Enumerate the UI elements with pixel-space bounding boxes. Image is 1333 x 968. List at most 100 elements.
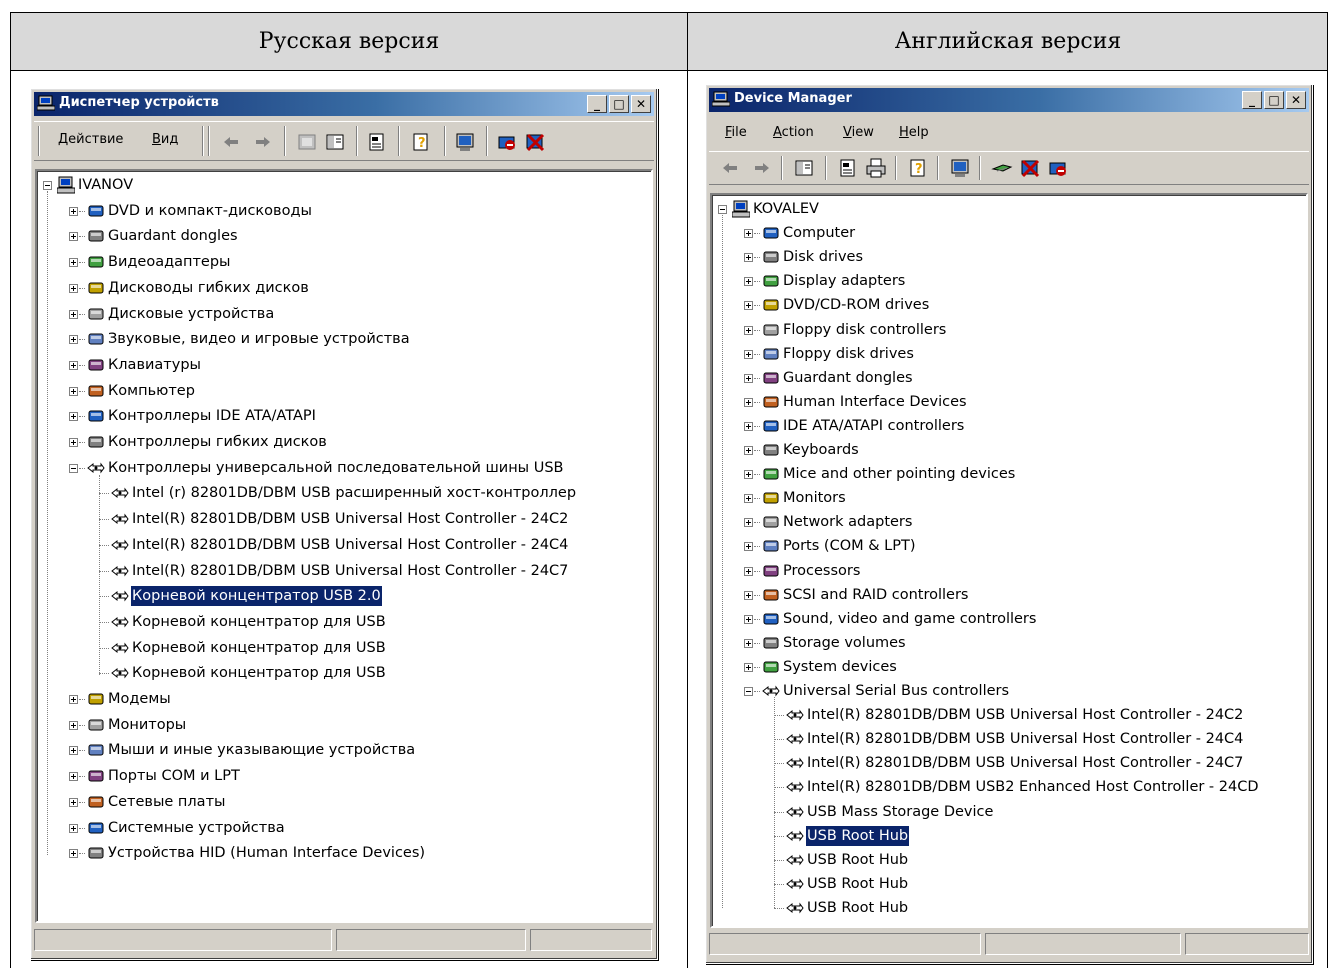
maximize-button[interactable]: □ [609,95,629,113]
tree-category[interactable]: Sound, video and game controllers [712,607,1306,631]
tree-device[interactable]: Intel(R) 82801DB/DBM USB Universal Host … [712,727,1306,751]
tree-category[interactable]: Display adapters [712,269,1306,293]
expand-toggle[interactable] [69,283,78,293]
expand-toggle[interactable] [744,518,753,528]
collapse-toggle[interactable] [744,687,753,696]
tree-device[interactable]: USB Root Hub [712,872,1306,896]
tree-category[interactable]: Storage volumes [712,631,1306,655]
menu-action[interactable]: Action [773,125,814,140]
tree-device[interactable]: Корневой концентратор для USB [37,661,651,685]
expand-toggle[interactable] [744,421,753,431]
expand-toggle[interactable] [744,662,753,672]
tree-category[interactable]: Ports (COM & LPT) [712,534,1306,558]
tree-category[interactable]: Monitors [712,486,1306,510]
expand-toggle[interactable] [69,695,78,704]
scan-hardware-icon[interactable] [454,131,476,153]
expand-toggle[interactable] [69,849,78,859]
uninstall-device-icon[interactable] [1019,157,1041,179]
expand-toggle[interactable] [744,397,753,407]
collapse-toggle[interactable] [69,463,78,473]
forward-arrow-icon[interactable] [751,157,773,179]
tree-category[interactable]: DVD и компакт-дисководы [37,199,651,223]
tree-device[interactable]: Intel(R) 82801DB/DBM USB Universal Host … [712,751,1306,775]
tree-category[interactable]: Звуковые, видео и игровые устройства [37,327,651,351]
tree-category[interactable]: Дисководы гибких дисков [37,276,651,300]
minimize-button[interactable]: _ [587,95,607,113]
expand-toggle[interactable] [69,772,78,782]
tree-category[interactable]: Guardant dongles [712,366,1306,390]
expand-toggle[interactable] [744,494,753,504]
tree-category[interactable]: Видеоадаптеры [37,250,651,274]
tree-category[interactable]: Порты COM и LPT [37,764,651,788]
tree-category[interactable]: DVD/CD-ROM drives [712,293,1306,317]
properties-icon[interactable] [366,131,388,153]
minimize-button[interactable]: _ [1242,91,1262,109]
tree-category[interactable]: Keyboards [712,438,1306,462]
tree-category[interactable]: Processors [712,559,1306,583]
tree-category[interactable]: Computer [712,221,1306,245]
tree-device[interactable]: Intel(R) 82801DB/DBM USB Universal Host … [37,559,651,583]
expand-toggle[interactable] [69,386,78,396]
menu-help[interactable]: Help [899,125,929,140]
tree-device[interactable]: USB Root Hub [712,824,1306,848]
disable-device-icon[interactable] [496,131,518,153]
device-tree[interactable]: IVANOV DVD и компакт-дисководы Guardant do… [35,169,653,923]
tree-category[interactable]: System devices [712,655,1306,679]
expand-toggle[interactable] [69,438,78,447]
tree-category[interactable]: Мыши и иные указывающие устройства [37,738,651,762]
collapse-toggle[interactable] [718,205,727,214]
tree-category[interactable]: Floppy disk controllers [712,318,1306,342]
tree-category[interactable]: Disk drives [712,245,1306,269]
tree-device[interactable]: Корневой концентратор USB 2.0 [37,584,651,608]
forward-arrow-icon[interactable] [252,131,274,153]
tree-category[interactable]: Network adapters [712,510,1306,534]
expand-toggle[interactable] [744,566,753,576]
tree-device[interactable]: Intel(R) 82801DB/DBM USB2 Enhanced Host … [712,775,1306,799]
expand-toggle[interactable] [744,590,753,600]
tree-category[interactable]: Контроллеры гибких дисков [37,430,651,454]
menu-view[interactable]: View [843,125,874,140]
expand-toggle[interactable] [744,638,753,648]
tree-device[interactable]: Корневой концентратор для USB [37,610,651,634]
expand-toggle[interactable] [69,309,78,319]
expand-toggle[interactable] [69,746,78,756]
tree-device[interactable]: USB Root Hub [712,848,1306,872]
menu-action[interactable]: Действие [58,132,123,147]
expand-toggle[interactable] [69,258,78,268]
expand-toggle[interactable] [69,823,78,833]
tree-category[interactable]: Мониторы [37,713,651,737]
expand-toggle[interactable] [69,720,78,730]
help-icon[interactable]: ? [907,157,929,179]
tree-root[interactable]: KOVALEV [712,197,1306,221]
menu-file[interactable]: File [725,125,747,140]
expand-toggle[interactable] [744,470,753,480]
expand-toggle[interactable] [744,325,753,335]
expand-toggle[interactable] [69,412,78,422]
expand-toggle[interactable] [744,446,753,455]
tree-category[interactable]: Human Interface Devices [712,390,1306,414]
tree-category[interactable]: Floppy disk drives [712,342,1306,366]
expand-toggle[interactable] [69,206,78,216]
expand-toggle[interactable] [69,797,78,807]
tree-category[interactable]: SCSI and RAID controllers [712,583,1306,607]
tree-device[interactable]: Корневой концентратор для USB [37,636,651,660]
tree-category[interactable]: Устройства HID (Human Interface Devices) [37,841,651,865]
menu-view[interactable]: Вид [152,132,178,147]
title-bar[interactable]: Device Manager _ □ ✕ [709,88,1309,112]
tree-category[interactable]: Модемы [37,687,651,711]
maximize-button[interactable]: □ [1264,91,1284,109]
help-icon[interactable]: ? [410,131,432,153]
show-hide-tree-icon[interactable] [793,157,815,179]
back-arrow-icon[interactable] [220,131,242,153]
expand-toggle[interactable] [744,349,753,359]
tree-category[interactable]: Дисковые устройства [37,302,651,326]
up-level-icon[interactable] [296,131,318,153]
tree-category[interactable]: Сетевые платы [37,790,651,814]
tree-category[interactable]: Компьютер [37,379,651,403]
tree-category[interactable]: Mice and other pointing devices [712,462,1306,486]
tree-category[interactable]: Guardant dongles [37,224,651,248]
expand-toggle[interactable] [744,229,753,239]
tree-device[interactable]: USB Root Hub [712,896,1306,920]
tree-device[interactable]: Intel(R) 82801DB/DBM USB Universal Host … [712,703,1306,727]
show-hide-tree-icon[interactable] [324,131,346,153]
